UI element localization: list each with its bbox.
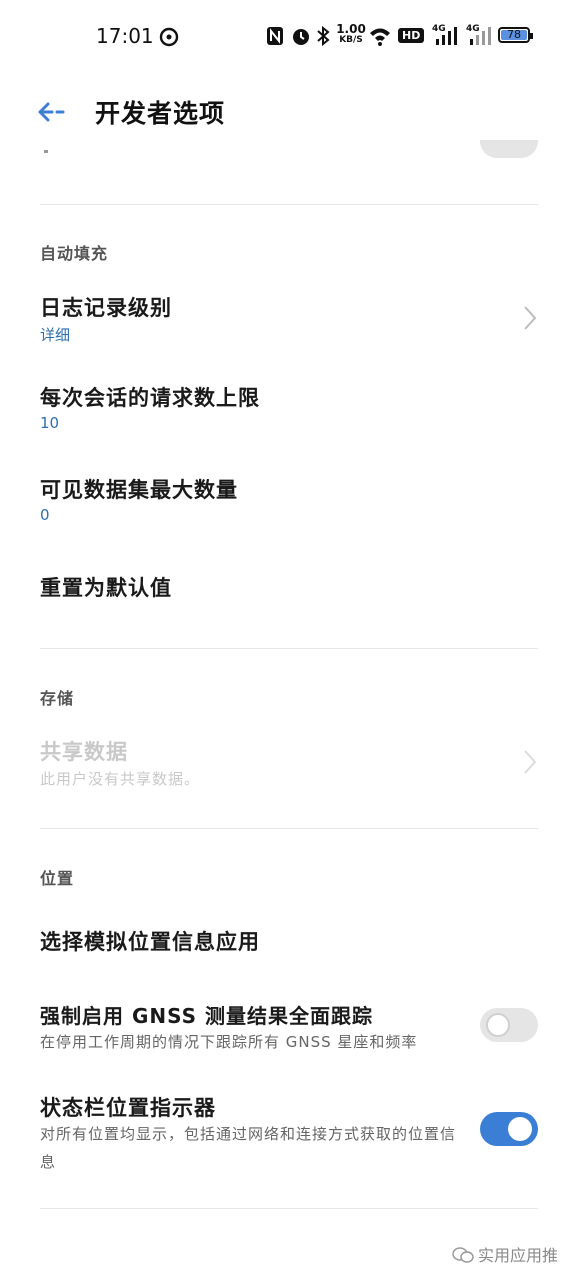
- reset-default-item[interactable]: 重置为默认值: [0, 560, 576, 620]
- gnss-tracking-item[interactable]: 强制启用 GNSS 测量结果全面跟踪 在停用工作周期的情况下跟踪所有 GNSS …: [0, 996, 576, 1060]
- netease-music-icon: [159, 27, 179, 47]
- watermark: 实用应用推: [452, 1242, 558, 1266]
- chevron-right-icon: [524, 306, 537, 330]
- scrolled-dot: [44, 150, 48, 153]
- shared-data-title: 共享数据: [40, 740, 128, 764]
- status-bar: 17:01 1.00 KB/S HD 4G 4G 78: [0, 0, 576, 72]
- net-speed: 1.00 KB/S: [336, 22, 366, 45]
- max-datasets-title: 可见数据集最大数量: [40, 478, 238, 502]
- bluetooth-icon: [317, 25, 330, 47]
- max-datasets-value: 0: [40, 506, 50, 524]
- max-requests-title: 每次会话的请求数上限: [40, 386, 260, 410]
- gnss-toggle[interactable]: [480, 1008, 538, 1042]
- scrolled-toggle-remnant: [480, 140, 538, 158]
- signal-icon: [436, 27, 457, 45]
- location-indicator-desc: 对所有位置均显示，包括通过网络和连接方式获取的位置信息: [40, 1125, 457, 1171]
- divider: [40, 204, 538, 205]
- divider: [40, 648, 538, 649]
- wechat-icon: [452, 1247, 474, 1263]
- section-header-storage: 存储: [40, 689, 75, 708]
- nfc-icon: [267, 27, 283, 45]
- location-indicator-item[interactable]: 状态栏位置指示器 对所有位置均显示，包括通过网络和连接方式获取的位置信息: [0, 1088, 576, 1178]
- section-header-autofill: 自动填充: [40, 244, 109, 263]
- section-header-location: 位置: [40, 869, 75, 888]
- log-level-title: 日志记录级别: [40, 296, 172, 320]
- signal-icon: [470, 27, 491, 45]
- log-level-item[interactable]: 日志记录级别 详细: [0, 280, 576, 356]
- divider: [40, 828, 538, 829]
- divider: [40, 1208, 538, 1209]
- back-arrow-icon[interactable]: [34, 94, 70, 130]
- reset-default-title: 重置为默认值: [40, 576, 172, 600]
- shared-data-item: 共享数据 此用户没有共享数据。: [0, 726, 576, 802]
- gnss-tracking-title: 强制启用 GNSS 测量结果全面跟踪: [40, 1004, 373, 1028]
- status-time: 17:01: [96, 24, 154, 48]
- wifi-icon: [370, 28, 390, 46]
- max-requests-item[interactable]: 每次会话的请求数上限 10: [0, 372, 576, 448]
- location-indicator-title: 状态栏位置指示器: [40, 1096, 216, 1120]
- toggle-knob: [486, 1013, 510, 1037]
- page-title: 开发者选项: [95, 99, 226, 128]
- shared-data-desc: 此用户没有共享数据。: [40, 770, 201, 788]
- chevron-right-icon: [524, 750, 537, 774]
- mock-location-app-title: 选择模拟位置信息应用: [40, 930, 260, 954]
- location-indicator-toggle[interactable]: [480, 1112, 538, 1146]
- gnss-tracking-desc: 在停用工作周期的情况下跟踪所有 GNSS 星座和频率: [40, 1033, 418, 1051]
- alarm-icon: [293, 29, 309, 45]
- hd-icon: HD: [398, 28, 425, 43]
- max-requests-value: 10: [40, 414, 60, 432]
- battery-icon: 78: [498, 27, 533, 43]
- log-level-value: 详细: [40, 326, 71, 344]
- toggle-knob: [508, 1117, 532, 1141]
- max-datasets-item[interactable]: 可见数据集最大数量 0: [0, 464, 576, 540]
- mock-location-app-item[interactable]: 选择模拟位置信息应用: [0, 914, 576, 974]
